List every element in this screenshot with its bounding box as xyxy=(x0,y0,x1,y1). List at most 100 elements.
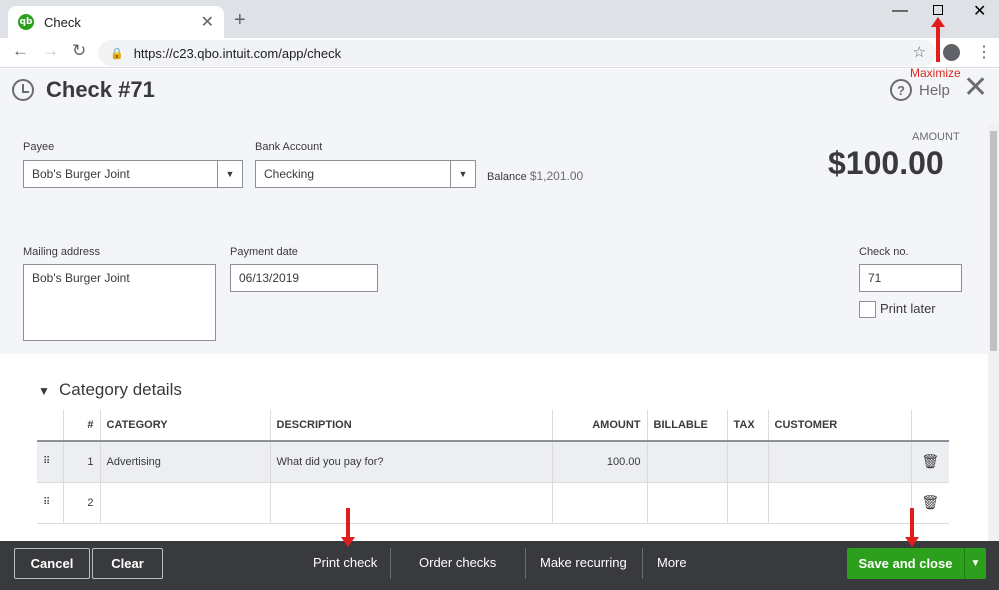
drag-handle-icon[interactable]: ⠿ xyxy=(37,441,64,483)
print-check-link[interactable]: Print check xyxy=(313,555,377,570)
row-amount-cell[interactable] xyxy=(552,482,648,524)
check-no-label: Check no. xyxy=(859,246,909,258)
row-customer-cell[interactable] xyxy=(768,482,912,524)
check-form-page: Check #71 ? Help ✕ Payee Bob's Burger Jo… xyxy=(0,69,999,541)
row-category-cell[interactable] xyxy=(100,482,271,524)
column-header-tax: TAX xyxy=(727,410,769,442)
delete-column-header xyxy=(911,410,949,442)
page-header: Check #71 ? Help ✕ xyxy=(0,69,990,115)
help-icon[interactable]: ? xyxy=(890,79,912,101)
row-amount-cell[interactable]: 100.00 xyxy=(552,441,648,483)
page-scrollbar[interactable] xyxy=(988,125,999,541)
drag-handle-icon[interactable]: ⠿ xyxy=(37,482,64,524)
new-tab-icon[interactable]: + xyxy=(234,9,246,32)
lock-icon: 🔒 xyxy=(110,47,124,60)
check-no-value: 71 xyxy=(868,271,882,285)
delete-row-icon[interactable]: 🗑 xyxy=(911,482,949,524)
bank-account-label: Bank Account xyxy=(255,141,323,153)
row-number: 1 xyxy=(63,441,101,483)
scrollbar-thumb[interactable] xyxy=(990,131,997,351)
row-billable-cell[interactable] xyxy=(647,482,728,524)
bank-account-value: Checking xyxy=(264,167,315,181)
forward-arrow-icon[interactable]: → xyxy=(42,41,59,61)
window-minimize-icon[interactable]: — xyxy=(892,2,908,20)
amount-label: AMOUNT xyxy=(912,131,960,143)
mailing-address-label: Mailing address xyxy=(23,246,101,258)
print-check-annotation-arrow xyxy=(341,508,355,547)
balance-value: $1,201.00 xyxy=(529,169,584,183)
column-header-customer: CUSTOMER xyxy=(768,410,912,442)
payment-date-value: 06/13/2019 xyxy=(239,271,300,285)
row-billable-cell[interactable] xyxy=(647,441,728,483)
row-description-cell[interactable] xyxy=(270,482,553,524)
category-table: # CATEGORY DESCRIPTION AMOUNT BILLABLE T… xyxy=(37,410,949,524)
footer-divider xyxy=(642,548,643,579)
row-description-cell[interactable]: What did you pay for? xyxy=(270,441,553,483)
cancel-button[interactable]: Cancel xyxy=(14,548,90,579)
row-customer-cell[interactable] xyxy=(768,441,912,483)
payee-value: Bob's Burger Joint xyxy=(32,167,130,181)
amount-total: $100.00 xyxy=(828,145,944,181)
maximize-annotation-label: Maximize xyxy=(910,66,961,80)
tab-close-icon[interactable]: ✕ xyxy=(201,12,214,32)
quickbooks-favicon-icon: qb xyxy=(18,14,34,30)
balance-display: Balance $1,201.00 xyxy=(487,169,583,183)
reload-icon[interactable]: ↻ xyxy=(72,41,86,61)
browser-tab[interactable]: qb Check ✕ xyxy=(8,6,224,38)
row-tax-cell[interactable] xyxy=(727,482,769,524)
column-header-category: CATEGORY xyxy=(100,410,271,442)
more-link[interactable]: More xyxy=(657,555,687,570)
drag-column-header xyxy=(37,410,64,442)
delete-row-icon[interactable]: 🗑 xyxy=(911,441,949,483)
make-recurring-link[interactable]: Make recurring xyxy=(540,555,627,570)
row-category-cell[interactable]: Advertising xyxy=(100,441,271,483)
category-details-title: Category details xyxy=(59,380,182,399)
mailing-address-field[interactable]: Bob's Burger Joint xyxy=(23,264,216,341)
window-close-icon[interactable]: ✕ xyxy=(973,1,986,21)
footer-toolbar: Cancel Clear Print check Order checks Ma… xyxy=(0,541,999,590)
category-details-section: ▼ Category details # CATEGORY DESCRIPTIO… xyxy=(0,354,988,541)
window-maximize-icon[interactable] xyxy=(933,5,943,15)
profile-avatar-icon[interactable] xyxy=(943,44,960,61)
maximize-annotation-arrow xyxy=(931,17,945,62)
clear-button[interactable]: Clear xyxy=(92,548,163,579)
column-header-billable: BILLABLE xyxy=(647,410,728,442)
collapse-caret-icon[interactable]: ▼ xyxy=(38,384,50,398)
row-tax-cell[interactable] xyxy=(727,441,769,483)
browser-tab-bar: qb Check ✕ + — ✕ xyxy=(0,0,999,38)
recent-history-icon[interactable] xyxy=(12,79,34,101)
back-arrow-icon[interactable]: ← xyxy=(12,41,29,61)
column-header-description: DESCRIPTION xyxy=(270,410,553,442)
payee-dropdown-arrow-icon[interactable]: ▼ xyxy=(217,161,242,187)
table-row[interactable]: ⠿ 1 Advertising What did you pay for? 10… xyxy=(37,441,949,483)
close-form-icon[interactable]: ✕ xyxy=(963,73,988,103)
save-and-close-annotation-arrow xyxy=(905,508,919,547)
mailing-address-value: Bob's Burger Joint xyxy=(32,271,130,285)
bookmark-star-icon[interactable]: ☆ xyxy=(913,43,926,61)
browser-address-bar: ← → ↻ 🔒 https://c23.qbo.intuit.com/app/c… xyxy=(0,38,999,68)
print-later-checkbox[interactable] xyxy=(859,301,876,318)
bank-account-dropdown[interactable]: Checking ▼ xyxy=(255,160,476,188)
payment-date-label: Payment date xyxy=(230,246,298,258)
tab-title: Check xyxy=(44,14,81,30)
payee-dropdown[interactable]: Bob's Burger Joint ▼ xyxy=(23,160,243,188)
browser-menu-icon[interactable]: ⋮ xyxy=(976,42,992,62)
save-and-close-button[interactable]: Save and close xyxy=(847,548,964,579)
check-no-field[interactable]: 71 xyxy=(859,264,962,292)
order-checks-link[interactable]: Order checks xyxy=(419,555,496,570)
page-title: Check #71 xyxy=(46,77,155,102)
payee-label: Payee xyxy=(23,141,55,153)
help-link[interactable]: Help xyxy=(919,82,950,99)
row-number: 2 xyxy=(63,482,101,524)
table-row[interactable]: ⠿ 2 🗑 xyxy=(37,482,949,524)
url-input[interactable]: 🔒 https://c23.qbo.intuit.com/app/check ☆ xyxy=(98,40,936,66)
column-header-number: # xyxy=(63,410,101,442)
table-header-row: # CATEGORY DESCRIPTION AMOUNT BILLABLE T… xyxy=(37,410,949,442)
payment-date-field[interactable]: 06/13/2019 xyxy=(230,264,378,292)
save-options-dropdown-icon[interactable]: ▼ xyxy=(964,548,986,579)
print-later-label: Print later xyxy=(880,301,936,316)
footer-divider xyxy=(525,548,526,579)
bank-account-dropdown-arrow-icon[interactable]: ▼ xyxy=(450,161,475,187)
column-header-amount: AMOUNT xyxy=(552,410,648,442)
footer-divider xyxy=(390,548,391,579)
